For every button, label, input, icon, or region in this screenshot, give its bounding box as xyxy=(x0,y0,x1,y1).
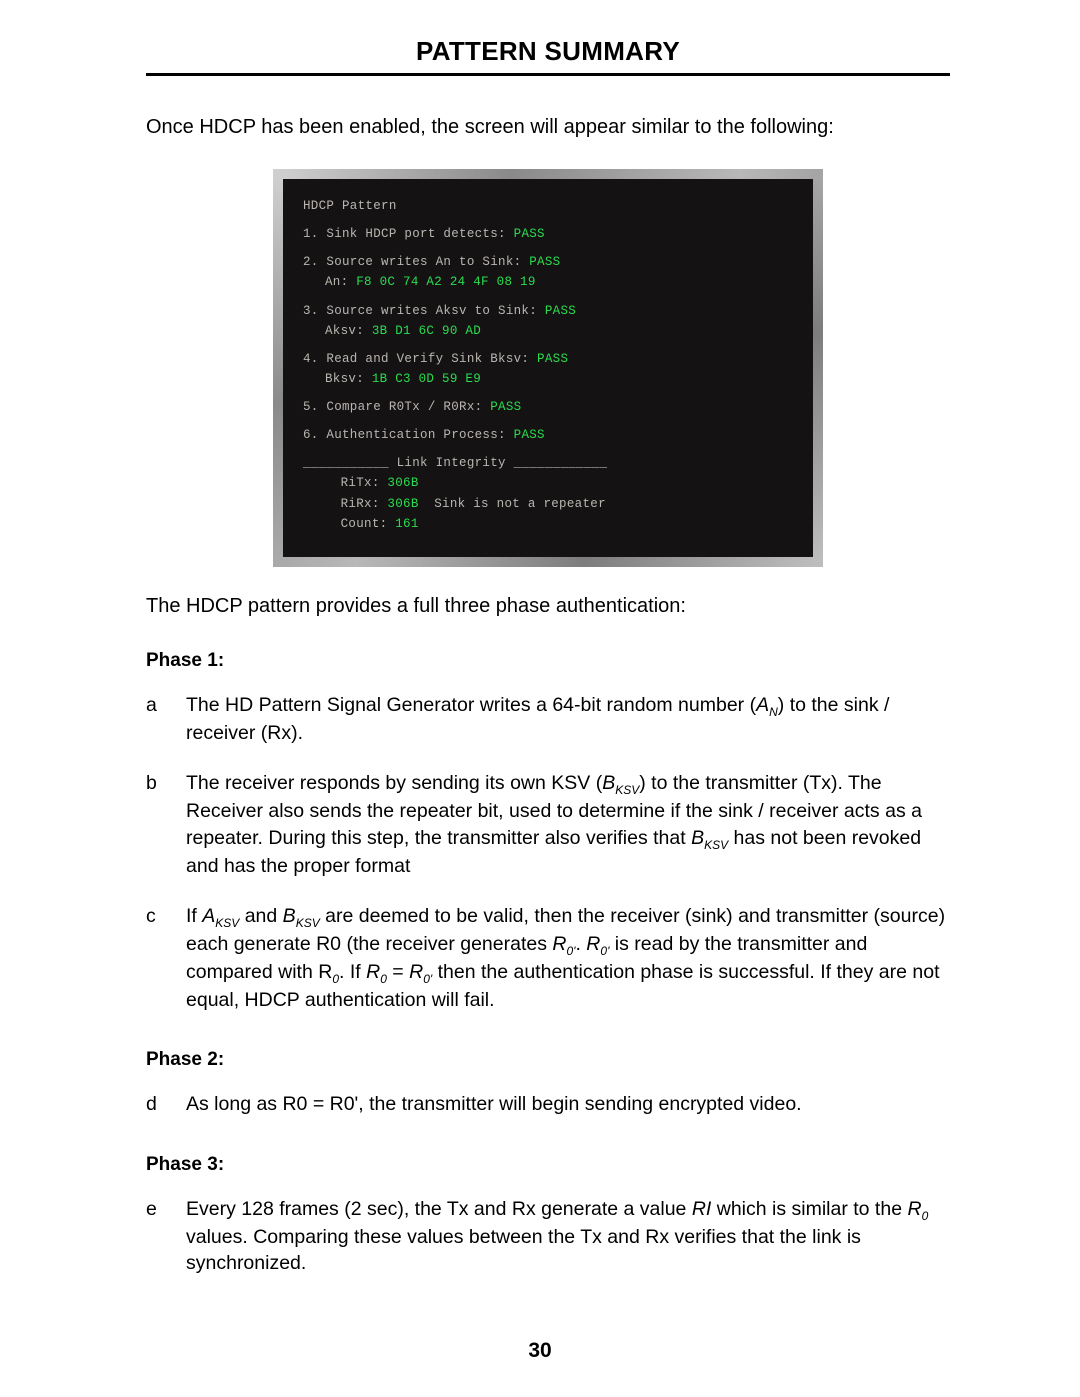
terminal-header: HDCP Pattern xyxy=(303,197,803,215)
phase-1-label: Phase 1: xyxy=(146,650,950,672)
count-row: Count: 161 xyxy=(303,515,803,533)
hex-value: 306B xyxy=(387,476,418,490)
status-pass: PASS xyxy=(529,255,560,269)
title-rule xyxy=(146,73,950,76)
terminal-step-2-sub: An: F8 0C 74 A2 24 4F 08 19 xyxy=(303,273,803,291)
item-letter: d xyxy=(146,1091,186,1117)
phase-3-label: Phase 3: xyxy=(146,1154,950,1176)
item-body: As long as R0 = R0', the transmitter wil… xyxy=(186,1091,950,1117)
item-body: The receiver responds by sending its own… xyxy=(186,770,950,879)
terminal-step-1: 1. Sink HDCP port detects: PASS xyxy=(303,225,803,243)
page-number: 30 xyxy=(0,1339,1080,1363)
status-pass: PASS xyxy=(514,227,545,241)
terminal-step-2: 2. Source writes An to Sink: PASS xyxy=(303,253,803,271)
item-body: The HD Pattern Signal Generator writes a… xyxy=(186,692,950,746)
item-letter: e xyxy=(146,1196,186,1277)
hex-value: 1B C3 0D 59 E9 xyxy=(372,372,481,386)
hex-value: 3B D1 6C 90 AD xyxy=(372,324,481,338)
item-body: If AKSV and BKSV are deemed to be valid,… xyxy=(186,903,950,1014)
terminal-step-6: 6. Authentication Process: PASS xyxy=(303,426,803,444)
item-body: Every 128 frames (2 sec), the Tx and Rx … xyxy=(186,1196,950,1277)
status-pass: PASS xyxy=(514,428,545,442)
ritx-row: RiTx: 306B xyxy=(303,474,803,492)
status-pass: PASS xyxy=(490,400,521,414)
phase3-item-e: e Every 128 frames (2 sec), the Tx and R… xyxy=(146,1196,950,1277)
page: PATTERN SUMMARY Once HDCP has been enabl… xyxy=(0,0,1080,1397)
hex-value: 306B xyxy=(387,497,418,511)
terminal-step-4-sub: Bksv: 1B C3 0D 59 E9 xyxy=(303,370,803,388)
phase2-item-d: d As long as R0 = R0', the transmitter w… xyxy=(146,1091,950,1117)
status-pass: PASS xyxy=(537,352,568,366)
phase1-item-b: b The receiver responds by sending its o… xyxy=(146,770,950,879)
page-title: PATTERN SUMMARY xyxy=(146,36,950,67)
terminal-step-5: 5. Compare R0Tx / R0Rx: PASS xyxy=(303,398,803,416)
intro-text: Once HDCP has been enabled, the screen w… xyxy=(146,116,950,139)
item-letter: a xyxy=(146,692,186,746)
link-integrity-header: ___________ Link Integrity ____________ xyxy=(303,454,803,472)
item-letter: b xyxy=(146,770,186,879)
phase1-item-c: c If AKSV and BKSV are deemed to be vali… xyxy=(146,903,950,1014)
hex-value: F8 0C 74 A2 24 4F 08 19 xyxy=(356,275,535,289)
terminal-step-4: 4. Read and Verify Sink Bksv: PASS xyxy=(303,350,803,368)
phase1-item-a: a The HD Pattern Signal Generator writes… xyxy=(146,692,950,746)
status-pass: PASS xyxy=(545,304,576,318)
terminal-frame: HDCP Pattern 1. Sink HDCP port detects: … xyxy=(273,169,823,567)
item-letter: c xyxy=(146,903,186,1014)
rirx-row: RiRx: 306B Sink is not a repeater xyxy=(303,495,803,513)
phase-2-label: Phase 2: xyxy=(146,1049,950,1071)
terminal-step-3: 3. Source writes Aksv to Sink: PASS xyxy=(303,302,803,320)
terminal-screen: HDCP Pattern 1. Sink HDCP port detects: … xyxy=(283,179,813,557)
terminal-step-3-sub: Aksv: 3B D1 6C 90 AD xyxy=(303,322,803,340)
count-value: 161 xyxy=(395,517,418,531)
note-text: The HDCP pattern provides a full three p… xyxy=(146,595,950,618)
